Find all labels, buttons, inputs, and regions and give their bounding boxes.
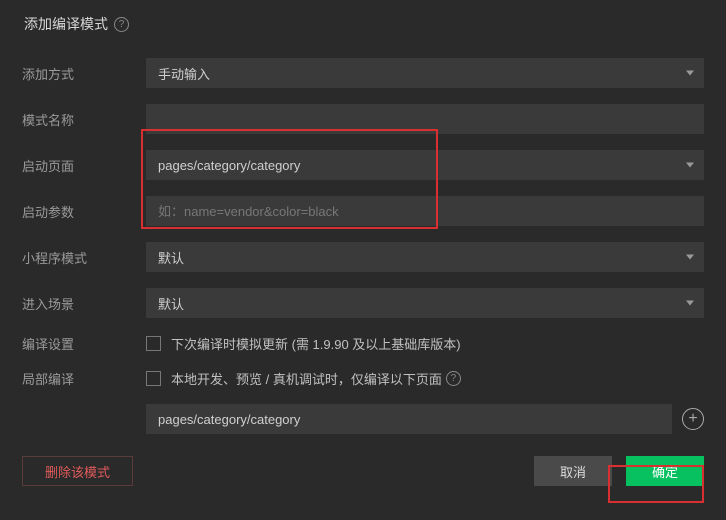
help-icon[interactable]: ? [114, 17, 129, 32]
select-add-method-value: 手动输入 [158, 64, 210, 83]
select-add-method[interactable]: 手动输入 [146, 58, 704, 88]
row-start-params: 启动参数 [22, 196, 704, 226]
label-mode-name: 模式名称 [22, 110, 146, 129]
row-mini-mode: 小程序模式 默认 [22, 242, 704, 272]
checkbox-simulate-update[interactable] [146, 336, 161, 351]
input-mode-name[interactable] [146, 104, 704, 134]
add-page-button[interactable]: + [682, 408, 704, 430]
select-start-page[interactable]: pages/category/category [146, 150, 704, 180]
select-enter-scene-value: 默认 [158, 294, 184, 313]
label-partial-compile: 局部编译 [22, 369, 146, 388]
chevron-down-icon [686, 301, 694, 306]
cancel-button[interactable]: 取消 [534, 456, 612, 486]
input-start-params[interactable] [146, 196, 704, 226]
chevron-down-icon [686, 255, 694, 260]
row-pages-input: + [146, 404, 704, 434]
chevron-down-icon [686, 71, 694, 76]
chevron-down-icon [686, 163, 694, 168]
checkbox-local-dev-label: 本地开发、预览 / 真机调试时，仅编译以下页面 ? [171, 369, 461, 388]
row-compile-settings: 编译设置 下次编译时模拟更新 (需 1.9.90 及以上基础库版本) [22, 334, 704, 353]
select-enter-scene[interactable]: 默认 [146, 288, 704, 318]
label-start-params: 启动参数 [22, 202, 146, 221]
row-start-page: 启动页面 pages/category/category [22, 150, 704, 180]
row-mode-name: 模式名称 [22, 104, 704, 134]
help-icon[interactable]: ? [446, 371, 461, 386]
row-enter-scene: 进入场景 默认 [22, 288, 704, 318]
dialog-title: 添加编译模式 [24, 14, 108, 34]
row-add-method: 添加方式 手动输入 [22, 58, 704, 88]
dialog-header: 添加编译模式 ? [22, 14, 704, 34]
label-compile-settings: 编译设置 [22, 334, 146, 353]
ok-button[interactable]: 确定 [626, 456, 704, 486]
label-mini-mode: 小程序模式 [22, 248, 146, 267]
checkbox-local-dev[interactable] [146, 371, 161, 386]
dialog-footer: 删除该模式 取消 确定 [22, 456, 704, 486]
row-partial-compile: 局部编译 本地开发、预览 / 真机调试时，仅编译以下页面 ? [22, 369, 704, 388]
label-add-method: 添加方式 [22, 64, 146, 83]
select-mini-mode-value: 默认 [158, 248, 184, 267]
plus-icon: + [688, 411, 697, 427]
label-enter-scene: 进入场景 [22, 294, 146, 313]
input-pages[interactable] [146, 404, 672, 434]
label-start-page: 启动页面 [22, 156, 146, 175]
select-start-page-value: pages/category/category [158, 158, 300, 173]
delete-button[interactable]: 删除该模式 [22, 456, 133, 486]
select-mini-mode[interactable]: 默认 [146, 242, 704, 272]
checkbox-simulate-update-label: 下次编译时模拟更新 (需 1.9.90 及以上基础库版本) [171, 334, 461, 353]
